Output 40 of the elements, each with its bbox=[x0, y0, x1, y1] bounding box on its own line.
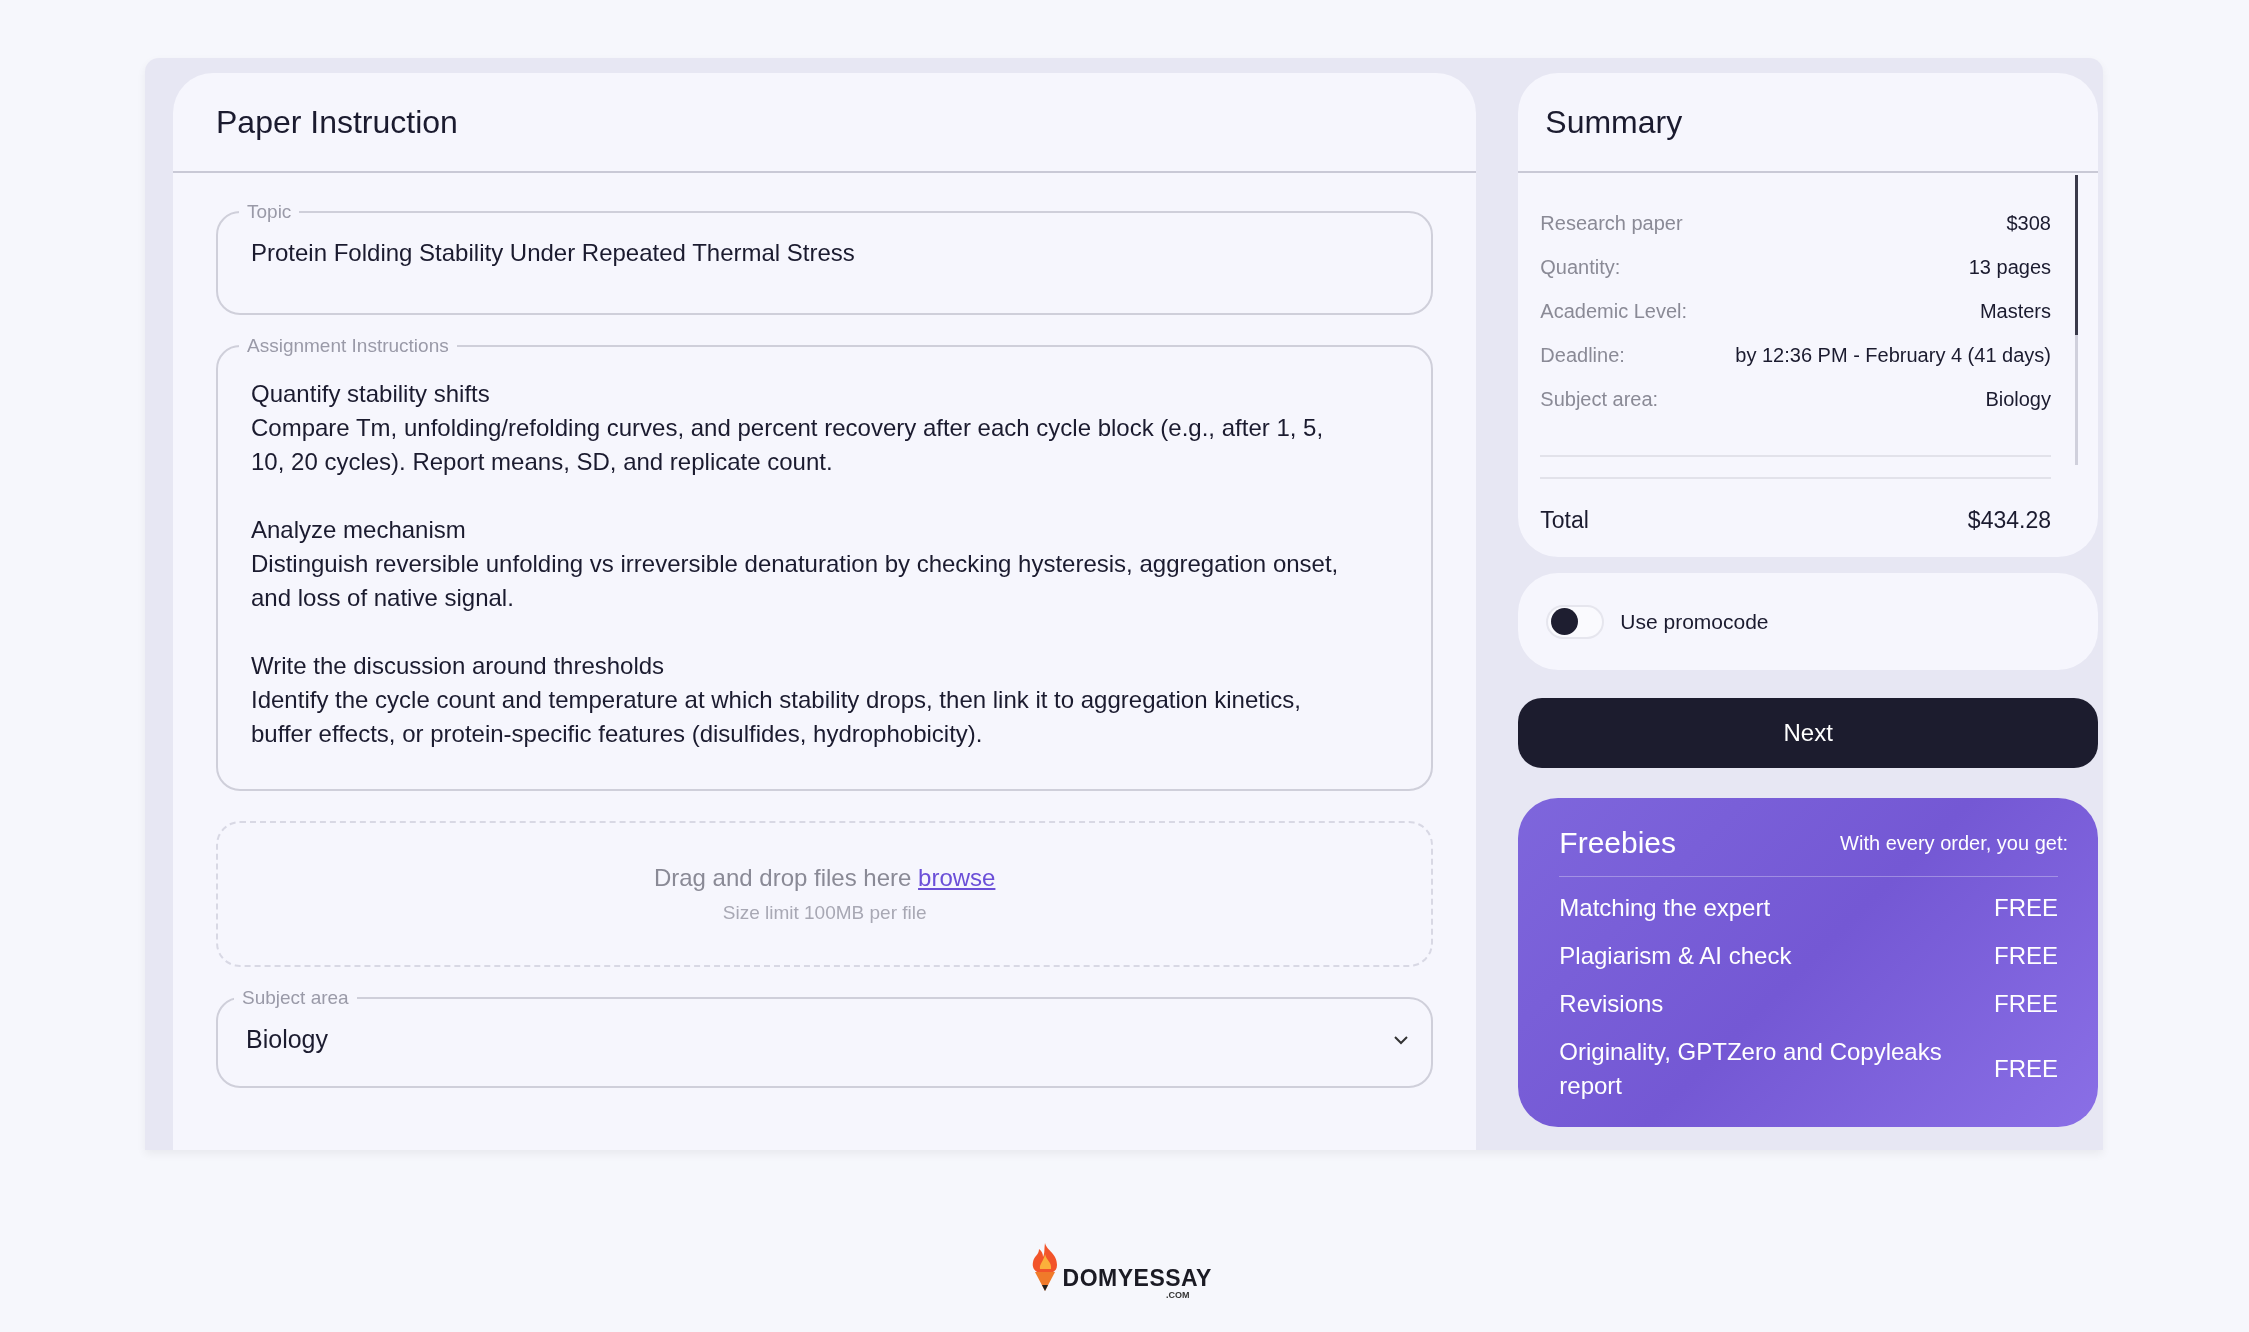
freebie-price: FREE bbox=[1994, 893, 2058, 923]
freebie-label: Originality, GPTZero and Copyleaks report bbox=[1559, 1037, 1943, 1101]
field-label: Assignment Instructions bbox=[246, 335, 450, 357]
summary-value: Masters bbox=[1979, 299, 2051, 323]
total-label: Total bbox=[1540, 507, 1589, 534]
freebie-label: Revisions bbox=[1559, 989, 1664, 1019]
dropdown-value: Biology bbox=[246, 1025, 328, 1054]
chevron-down-icon bbox=[1393, 1034, 1410, 1045]
summary-value: 13 pages bbox=[1968, 255, 2051, 279]
promocode-toggle[interactable] bbox=[1546, 604, 1605, 639]
logo-suffix: .COM bbox=[1165, 1290, 1190, 1300]
summary-value: Biology bbox=[1985, 387, 2051, 411]
promocode-label: Use promocode bbox=[1620, 609, 1769, 634]
freebie-price: FREE bbox=[1994, 941, 2058, 971]
next-button[interactable]: Next bbox=[1518, 698, 2098, 768]
freebie-label: Plagiarism & AI check bbox=[1559, 941, 1792, 971]
summary-label: Research paper bbox=[1540, 211, 1683, 235]
section-title: Paper Instruction bbox=[216, 103, 458, 141]
field-label: Subject area bbox=[241, 987, 350, 1009]
summary-label: Academic Level: bbox=[1540, 299, 1688, 323]
summary-value: $308 bbox=[2006, 211, 2051, 235]
summary-label: Deadline: bbox=[1540, 343, 1625, 367]
freebie-price: FREE bbox=[1994, 989, 2058, 1019]
scrollbar[interactable] bbox=[2075, 175, 2078, 465]
drop-text: Drag and drop files here browse bbox=[653, 864, 996, 892]
freebies-subtitle: With every order, you get: bbox=[1840, 831, 2068, 855]
freebie-price: FREE bbox=[1994, 1054, 2058, 1084]
browse-link[interactable]: browse bbox=[918, 864, 996, 891]
summary-label: Quantity: bbox=[1540, 255, 1621, 279]
file-drop-zone[interactable]: Drag and drop files here browse Size limit 100MB per file bbox=[216, 821, 1434, 967]
logo-name: DOMYESSAY bbox=[1062, 1265, 1212, 1292]
flame-pencil-icon bbox=[1030, 1242, 1059, 1292]
field-label: Topic bbox=[246, 201, 293, 223]
freebie-label: Matching the expert bbox=[1559, 893, 1771, 923]
size-hint: Size limit 100MB per file bbox=[722, 902, 927, 924]
freebies-title: Freebies bbox=[1559, 826, 1677, 860]
total-value: $434.28 bbox=[1967, 507, 2051, 534]
section-title: Summary bbox=[1545, 103, 1683, 141]
summary-value: by 12:36 PM - February 4 (41 days) bbox=[1735, 343, 2051, 367]
summary-label: Subject area: bbox=[1540, 387, 1659, 411]
